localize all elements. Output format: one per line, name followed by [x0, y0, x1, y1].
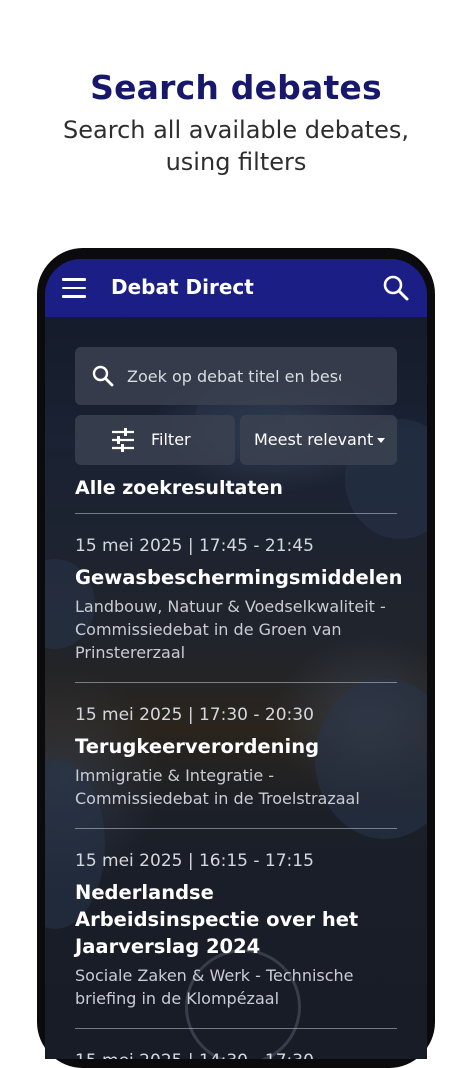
caret-down-icon [377, 438, 385, 443]
search-field-icon [91, 364, 115, 388]
result-meta: Landbouw, Natuur & Voedselkwaliteit - Co… [75, 597, 386, 662]
app-bar: Debat Direct [45, 259, 427, 317]
filter-label: Filter [151, 430, 191, 449]
result-date: 15 mei 2025 | 14:30 - 17:30 [75, 1049, 397, 1059]
promo-title: Search debates [90, 68, 382, 107]
result-date: 15 mei 2025 | 16:15 - 17:15 [75, 851, 314, 871]
app-title: Debat Direct [111, 275, 254, 299]
result-meta: Sociale Zaken & Werk - Technische briefi… [75, 966, 354, 1008]
result-item[interactable]: 15 mei 2025 | 17:30 - 20:30 Terugkeerver… [75, 682, 397, 828]
result-date: 15 mei 2025 | 17:30 - 20:30 [75, 705, 314, 725]
result-title: Gewasbeschermingsmiddelen [75, 566, 403, 589]
result-item[interactable]: 15 mei 2025 | 16:15 - 17:15 Nederlandse … [75, 828, 397, 1028]
filter-sliders-icon [111, 428, 135, 452]
result-date: 15 mei 2025 | 17:45 - 21:45 [75, 536, 314, 556]
search-icon[interactable] [381, 273, 411, 303]
filter-button[interactable]: Filter [75, 415, 235, 465]
results-heading: Alle zoekresultaten [75, 477, 283, 499]
search-field[interactable] [75, 347, 397, 405]
results-list: 15 mei 2025 | 17:45 - 21:45 Gewasbescher… [75, 513, 403, 1059]
sort-dropdown[interactable]: Meest relevant [240, 415, 397, 465]
app-screen: Debat Direct Fi [45, 259, 427, 1059]
menu-icon[interactable] [62, 278, 86, 298]
sort-selected-value: Meest relevant [254, 430, 374, 449]
result-title: Terugkeerverordening [75, 735, 320, 758]
result-item[interactable]: 15 mei 2025 | 14:30 - 17:30 [75, 1028, 397, 1059]
result-item[interactable]: 15 mei 2025 | 17:45 - 21:45 Gewasbescher… [75, 513, 403, 682]
result-title: Nederlandse Arbeidsinspectie over het Ja… [75, 881, 359, 958]
promo-subtitle: Search all available debates, using filt… [63, 116, 409, 176]
search-input[interactable] [127, 356, 341, 396]
result-meta: Immigratie & Integratie - Commissiedebat… [75, 766, 360, 808]
